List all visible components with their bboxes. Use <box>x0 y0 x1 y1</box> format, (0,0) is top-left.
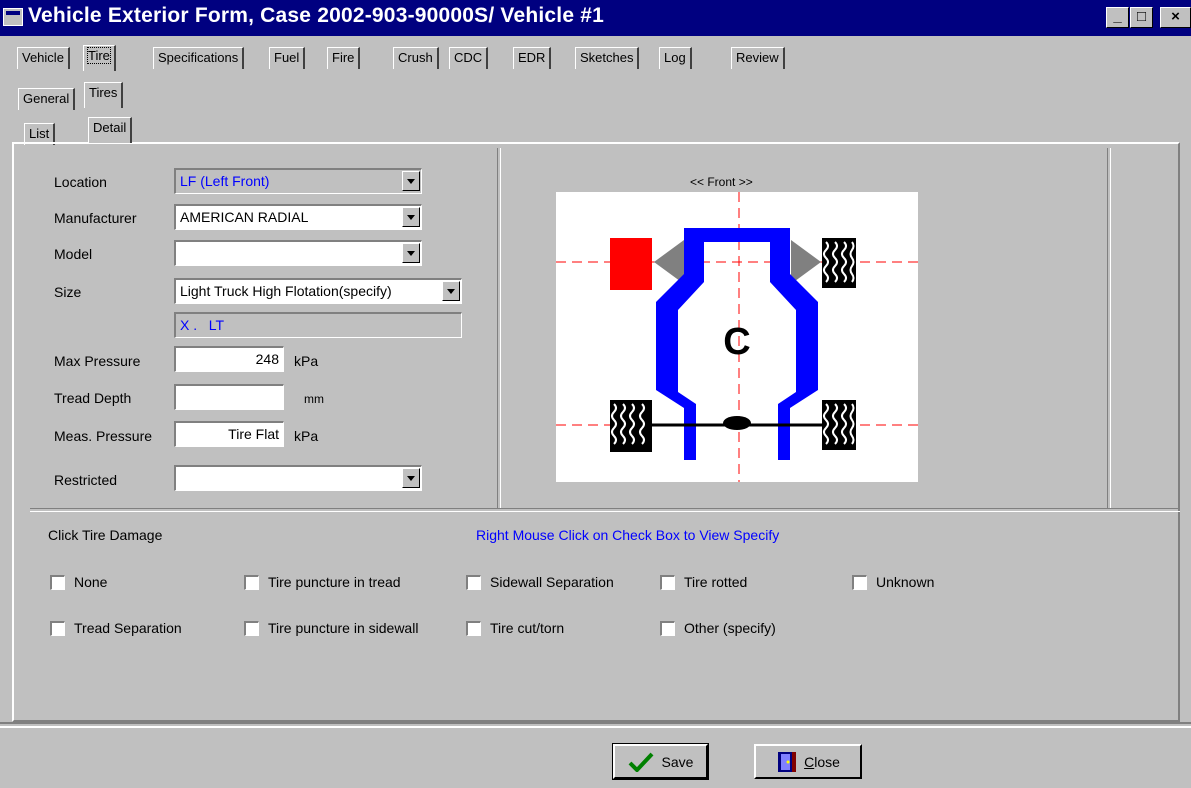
tab-general[interactable]: General <box>18 88 76 110</box>
close-button[interactable]: Close <box>754 744 862 779</box>
tab-tire[interactable]: Tire <box>83 45 116 71</box>
size-value: Light Truck High Flotation(specify) <box>180 283 392 299</box>
manufacturer-label: Manufacturer <box>54 210 137 226</box>
checkbox-cut-torn[interactable]: Tire cut/torn <box>466 620 564 636</box>
close-label: Close <box>804 753 840 770</box>
checkbox-unknown[interactable]: Unknown <box>852 574 934 590</box>
chevron-down-icon[interactable] <box>402 243 420 263</box>
tab-edr[interactable]: EDR <box>513 47 552 69</box>
section-divider <box>30 508 1180 512</box>
app-icon <box>3 8 23 26</box>
checkbox-puncture-sidewall[interactable]: Tire puncture in sidewall <box>244 620 418 636</box>
panel-divider-left <box>497 148 501 508</box>
location-label: Location <box>54 174 107 190</box>
model-label: Model <box>54 246 93 262</box>
max-pressure-input[interactable]: 248 <box>174 346 284 372</box>
window-title: Vehicle Exterior Form, Case 2002-903-900… <box>28 4 605 27</box>
tab-log[interactable]: Log <box>659 47 692 69</box>
size-select[interactable]: Light Truck High Flotation(specify) <box>174 278 462 304</box>
max-pressure-label: Max Pressure <box>54 353 141 369</box>
checkbox-tire-rotted[interactable]: Tire rotted <box>660 574 747 590</box>
tire-left-rear[interactable] <box>610 400 652 452</box>
checkbox-box[interactable] <box>660 620 675 636</box>
door-icon <box>778 751 797 772</box>
checkbox-box[interactable] <box>660 574 675 590</box>
damage-section-title: Click Tire Damage <box>48 527 163 543</box>
tab-review[interactable]: Review <box>731 47 785 69</box>
tab-cdc[interactable]: CDC <box>449 47 489 69</box>
manufacturer-value: AMERICAN RADIAL <box>180 209 309 225</box>
differential <box>723 416 751 430</box>
save-button[interactable]: Save <box>612 743 709 780</box>
tread-depth-label: Tread Depth <box>54 390 132 406</box>
tire-right-rear[interactable] <box>822 400 856 450</box>
location-value: LF (Left Front) <box>180 173 270 189</box>
model-select[interactable] <box>174 240 422 266</box>
checkbox-box[interactable] <box>244 574 259 590</box>
checkmark-icon <box>628 752 653 772</box>
panel-divider-right <box>1107 148 1111 508</box>
tread-depth-input[interactable] <box>174 384 284 410</box>
maximize-button[interactable]: □ <box>1130 7 1153 28</box>
tab-crush[interactable]: Crush <box>393 47 439 69</box>
checkbox-other-specify[interactable]: Other (specify) <box>660 620 776 636</box>
checkbox-box[interactable] <box>50 574 65 590</box>
size-specify-field[interactable]: X . LT <box>174 312 462 338</box>
diagram-center-label: C <box>723 321 750 363</box>
checkbox-box[interactable] <box>466 620 481 636</box>
tire-diagram[interactable]: C <box>556 192 918 482</box>
tire-left-front-selected[interactable] <box>610 238 652 290</box>
frame-front-crossmember <box>684 228 790 242</box>
tab-vehicle[interactable]: Vehicle <box>17 47 70 69</box>
checkbox-box[interactable] <box>466 574 481 590</box>
meas-pressure-input[interactable]: Tire Flat <box>174 421 284 447</box>
tab-detail[interactable]: Detail <box>88 117 133 143</box>
tab-specifications[interactable]: Specifications <box>153 47 245 69</box>
checkbox-tread-separation[interactable]: Tread Separation <box>50 620 182 636</box>
tread-depth-unit: mm <box>304 392 324 406</box>
meas-pressure-label: Meas. Pressure <box>54 428 153 444</box>
location-select[interactable]: LF (Left Front) <box>174 168 422 194</box>
minimize-button[interactable]: _ <box>1106 7 1129 28</box>
chevron-down-icon[interactable] <box>402 468 420 488</box>
tire-right-front[interactable] <box>822 238 856 288</box>
checkbox-puncture-tread[interactable]: Tire puncture in tread <box>244 574 401 590</box>
tab-fuel[interactable]: Fuel <box>269 47 306 69</box>
restricted-label: Restricted <box>54 472 118 488</box>
checkbox-box[interactable] <box>50 620 65 636</box>
diagram-caption: << Front >> <box>690 175 753 189</box>
save-label: Save <box>661 753 694 770</box>
tab-fire[interactable]: Fire <box>327 47 361 69</box>
chevron-down-icon[interactable] <box>402 207 420 227</box>
chevron-down-icon[interactable] <box>442 281 460 301</box>
meas-pressure-unit: kPa <box>294 428 319 444</box>
title-bar: Vehicle Exterior Form, Case 2002-903-900… <box>0 0 1191 36</box>
close-window-button[interactable]: × <box>1160 7 1191 28</box>
size-label: Size <box>54 284 82 300</box>
size-specify-value: X . LT <box>180 317 225 333</box>
checkbox-none[interactable]: None <box>50 574 107 590</box>
checkbox-box[interactable] <box>244 620 259 636</box>
max-pressure-unit: kPa <box>294 353 319 369</box>
tab-sketches[interactable]: Sketches <box>575 47 640 69</box>
checkbox-sidewall-separation[interactable]: Sidewall Separation <box>466 574 614 590</box>
tab-tires[interactable]: Tires <box>84 82 124 108</box>
manufacturer-select[interactable]: AMERICAN RADIAL <box>174 204 422 230</box>
bottom-separator <box>0 722 1191 728</box>
chevron-down-icon[interactable] <box>402 171 420 191</box>
restricted-select[interactable] <box>174 465 422 491</box>
damage-hint: Right Mouse Click on Check Box to View S… <box>476 527 780 543</box>
checkbox-box[interactable] <box>852 574 867 590</box>
